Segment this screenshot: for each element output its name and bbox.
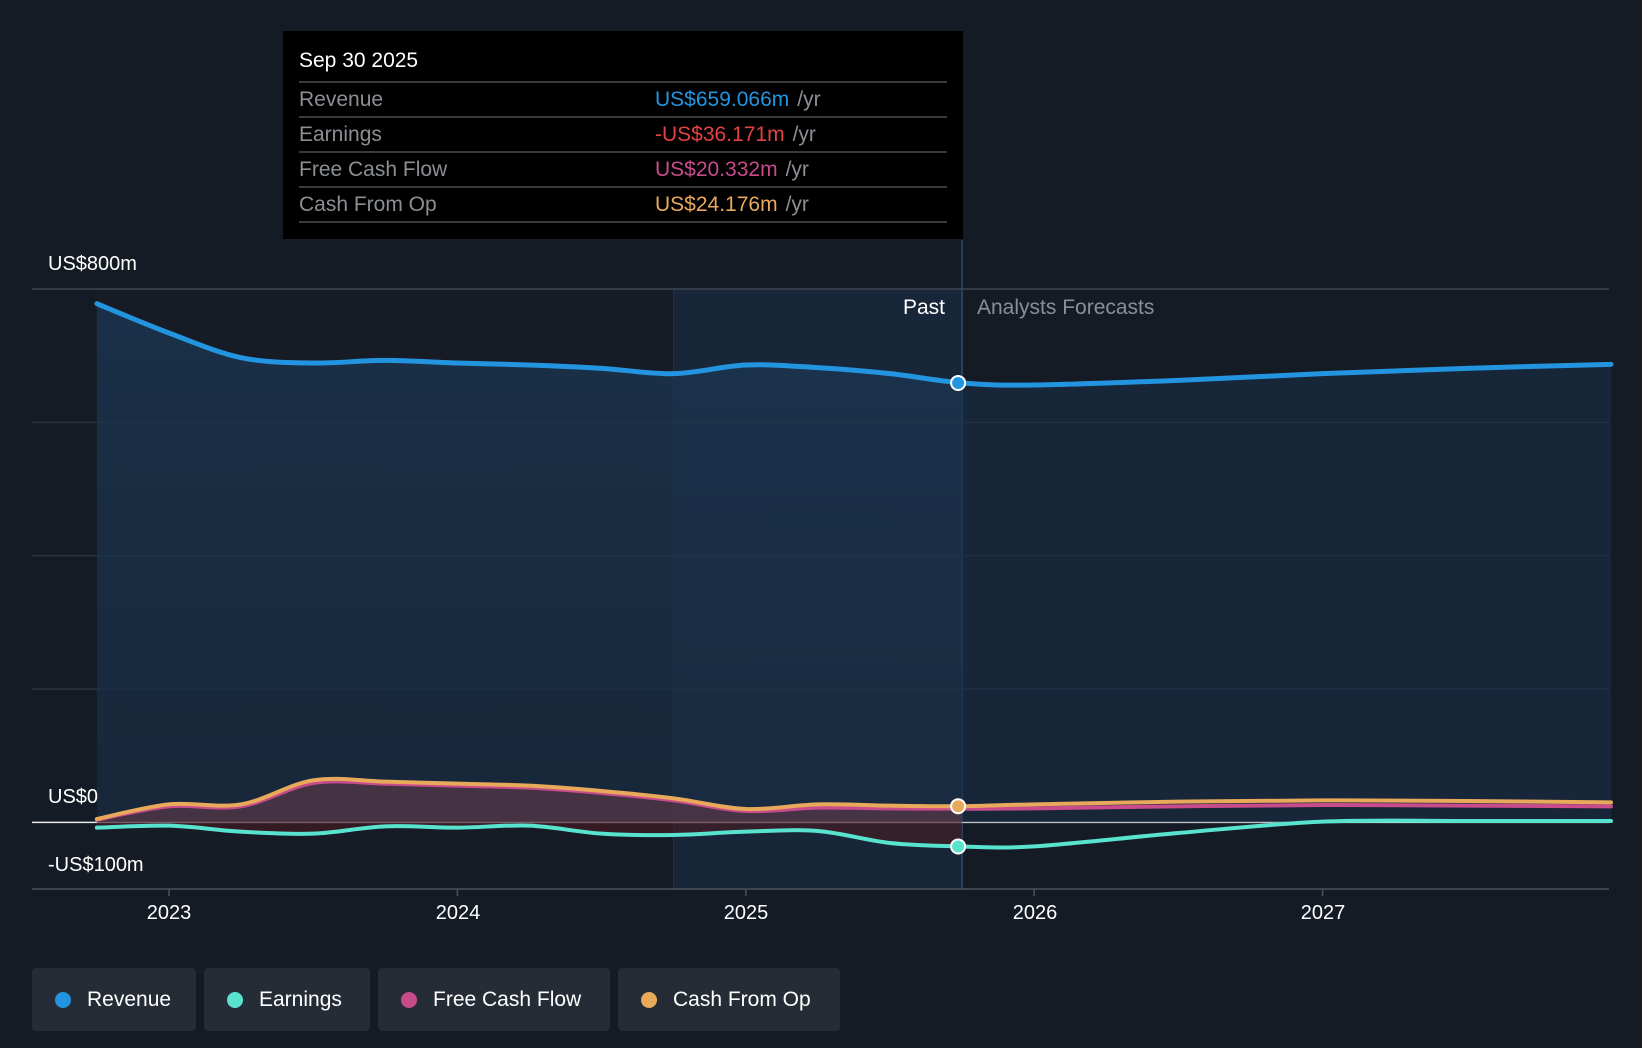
x-tick-label: 2025 (723, 902, 769, 924)
x-tick-label: 2027 (1300, 902, 1346, 924)
x-tick-label: 2023 (146, 902, 192, 924)
tooltip-date: Sep 30 2025 (299, 49, 419, 72)
legend-label: Cash From Op (673, 987, 811, 1011)
tooltip-value: -US$36.171m (655, 123, 785, 146)
revenue-marker (950, 374, 967, 391)
cash-from-op-marker (950, 798, 967, 815)
tooltip-label: Revenue (299, 88, 384, 111)
earnings-marker (950, 838, 967, 855)
tooltip-label: Earnings (299, 123, 382, 146)
tooltip-value: US$659.066m (655, 88, 790, 111)
revenue-dot-icon (55, 991, 71, 1008)
y-tick-label: US$0 (48, 786, 99, 808)
tooltip-row-free-cash-flow: Free Cash Flow US$20.332m/yr (299, 151, 947, 187)
legend-label: Free Cash Flow (433, 987, 582, 1011)
revenue-past-area (96, 303, 963, 823)
y-tick-label: US$800m (48, 253, 137, 275)
tooltip: Sep 30 2025 Revenue US$659.066m/yr Earni… (283, 31, 963, 239)
earnings-dot-icon (227, 991, 243, 1008)
legend-cash-from-op[interactable]: Cash From Op (618, 968, 840, 1031)
tooltip-value: US$20.332m (655, 158, 778, 181)
forecast-label: Analysts Forecasts (977, 296, 1155, 319)
tooltip-row-earnings: Earnings -US$36.171m/yr (299, 116, 947, 152)
legend-revenue[interactable]: Revenue (32, 968, 196, 1031)
divider (299, 221, 947, 223)
tooltip-value: US$24.176m (655, 193, 778, 216)
tooltip-unit: /yr (785, 193, 809, 216)
cash-from-op-dot-icon (641, 991, 657, 1008)
tooltip-row-cash-from-op: Cash From Op US$24.176m/yr (299, 186, 947, 222)
tooltip-label: Free Cash Flow (299, 158, 448, 181)
free-cash-flow-dot-icon (401, 991, 417, 1008)
legend-free-cash-flow[interactable]: Free Cash Flow (378, 968, 610, 1031)
tooltip-unit: /yr (792, 123, 816, 146)
x-tick-label: 2024 (435, 902, 481, 924)
past-label: Past (902, 296, 945, 319)
legend-label: Revenue (87, 987, 172, 1011)
tooltip-unit: /yr (785, 158, 809, 181)
x-tick-label: 2026 (1012, 902, 1058, 924)
y-tick-label: -US$100m (48, 854, 144, 876)
tooltip-label: Cash From Op (299, 193, 437, 216)
tooltip-row-revenue: Revenue US$659.066m/yr (299, 81, 947, 117)
legend-earnings[interactable]: Earnings (204, 968, 370, 1031)
tooltip-unit: /yr (797, 88, 821, 111)
legend-label: Earnings (259, 987, 342, 1011)
